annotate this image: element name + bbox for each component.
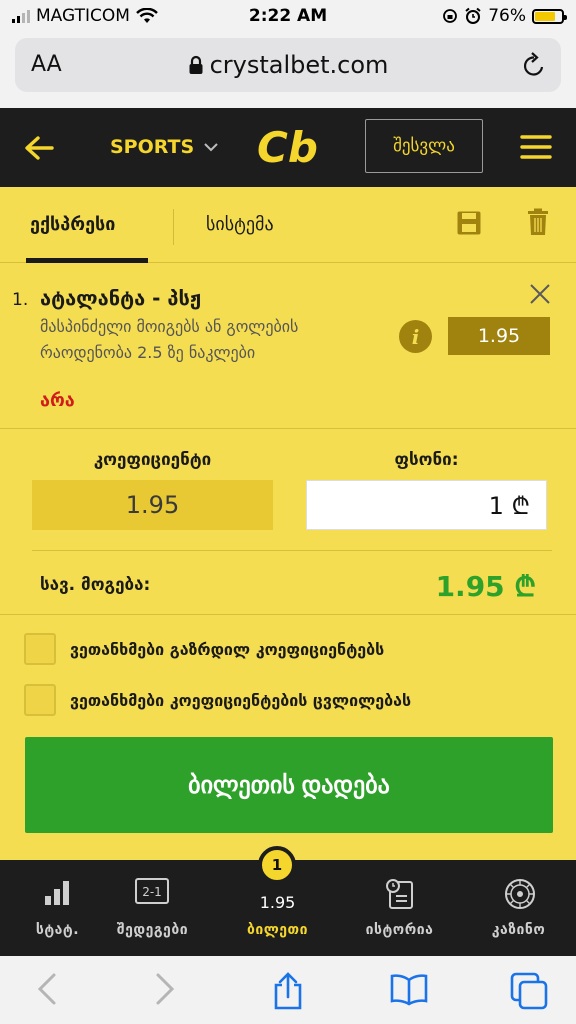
browser-toolbar xyxy=(0,956,576,1024)
scoreboard-text: 2-1 xyxy=(142,885,162,899)
rotation-lock-icon xyxy=(443,9,458,23)
ticket-count-badge[interactable]: 1 xyxy=(258,846,296,884)
share-icon[interactable] xyxy=(272,972,304,1010)
accept-higher-odds-label[interactable]: ვეთანხმები გაზრდილ კოეფიციენტებს xyxy=(70,640,384,659)
stake-input[interactable] xyxy=(306,480,547,530)
ticket-total: 1.95 xyxy=(259,893,296,912)
stats-icon xyxy=(45,881,69,905)
sports-dropdown[interactable]: SPORTS xyxy=(110,136,218,158)
bet-number: 1. xyxy=(12,290,29,310)
browser-back-icon[interactable] xyxy=(36,972,58,1006)
site-header: SPORTS Cb შესვლა xyxy=(0,108,576,187)
chevron-down-icon xyxy=(204,142,218,151)
login-button[interactable]: შესვლა xyxy=(365,119,483,173)
nav-history-label: ისტორია xyxy=(365,922,434,938)
url-display[interactable]: crystalbet.com xyxy=(15,51,561,79)
browser-address-area: AA crystalbet.com xyxy=(0,34,576,108)
nav-history[interactable]: ისტორია xyxy=(342,860,457,956)
url-text: crystalbet.com xyxy=(209,51,389,79)
logo-text: Cb xyxy=(257,124,318,170)
accept-odds-change-label[interactable]: ვეთანხმები კოეფიციენტების ცვლილებას xyxy=(70,691,411,710)
stake-label: ფსონი: xyxy=(394,450,459,470)
address-bar[interactable]: AA crystalbet.com xyxy=(15,38,561,92)
selection-odd: 1.95 xyxy=(448,317,550,355)
nav-results[interactable]: 2-1 შედეგები xyxy=(95,860,210,956)
trash-icon[interactable] xyxy=(527,208,549,236)
accept-odds-change-option[interactable]: ვეთანხმები კოეფიციენტების ცვლილებას xyxy=(24,684,411,716)
accept-higher-odds-checkbox[interactable] xyxy=(24,633,56,665)
status-right: 76% xyxy=(442,6,567,26)
status-bar: MAGTICOM 2:22 AM 76% xyxy=(0,0,576,34)
betslip-tabs: ექსპრესი სისტემა xyxy=(0,187,576,263)
close-icon[interactable] xyxy=(529,283,551,305)
info-icon[interactable]: i xyxy=(399,320,432,353)
save-icon[interactable] xyxy=(456,210,482,236)
lock-icon xyxy=(189,55,203,74)
battery-icon xyxy=(532,8,567,24)
place-bet-button[interactable]: ბილეთის დადება xyxy=(25,737,553,833)
alarm-icon xyxy=(465,7,481,24)
back-arrow-icon[interactable] xyxy=(24,135,54,161)
accept-higher-odds-option[interactable]: ვეთანხმები გაზრდილ კოეფიციენტებს xyxy=(24,633,384,665)
divider xyxy=(0,614,576,615)
reload-icon[interactable] xyxy=(521,51,547,79)
bet-pick: არა xyxy=(40,390,75,411)
coefficient-value: 1.95 xyxy=(32,480,273,530)
coefficient-label: კოეფიციენტი xyxy=(93,450,212,470)
scoreboard-icon: 2-1 xyxy=(135,878,169,904)
browser-forward-icon[interactable] xyxy=(154,972,176,1006)
nav-results-label: შედეგები xyxy=(116,922,189,938)
sports-label: SPORTS xyxy=(110,136,195,158)
nav-casino[interactable]: კაზინო xyxy=(461,860,576,956)
crystalbet-logo[interactable]: Cb xyxy=(255,124,323,170)
tabs-icon[interactable] xyxy=(510,972,548,1010)
accept-odds-change-checkbox[interactable] xyxy=(24,684,56,716)
history-icon xyxy=(386,879,413,909)
possible-win-value: 1.95 ₾ xyxy=(435,570,536,603)
bookmarks-icon[interactable] xyxy=(390,972,428,1006)
roulette-icon xyxy=(505,879,535,909)
nav-casino-label: კაზინო xyxy=(491,922,546,938)
market-description: მასპინძელი მოიგებს ან გოლების რაოდენობა … xyxy=(40,317,299,362)
divider xyxy=(32,550,552,551)
tab-system[interactable]: სისტემა xyxy=(206,214,274,235)
nav-ticket-label: ბილეთი xyxy=(246,922,309,938)
battery-percent: 76% xyxy=(488,6,526,26)
tab-express[interactable]: ექსპრესი xyxy=(30,214,115,235)
match-name: ატალანტა - პსჟ xyxy=(40,286,202,310)
hamburger-menu-icon[interactable] xyxy=(520,134,552,160)
possible-win-label: სავ. მოგება: xyxy=(40,575,151,595)
tab-divider xyxy=(173,209,174,245)
